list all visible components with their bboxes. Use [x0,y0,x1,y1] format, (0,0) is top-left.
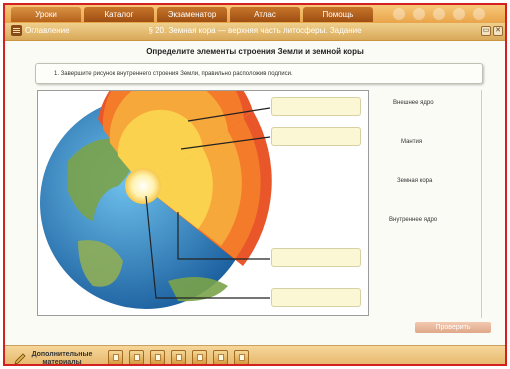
answer-slot-4[interactable] [271,288,361,307]
options-panel: Внешнее ядро Мантия Земная кора Внутренн… [371,90,482,318]
decorative-circle [473,8,485,20]
window-minimize-icon[interactable]: ▭ [481,26,491,36]
tab-help[interactable]: Помощь [303,7,373,22]
earth-structure-diagram [40,53,272,309]
inner-core [125,168,161,204]
tab-examiner[interactable]: Экзаменатор [157,7,227,22]
answer-slot-2[interactable] [271,127,361,146]
checklist-icon[interactable] [171,350,186,364]
lesson-title: § 20. Земная кора — верхняя часть литосф… [148,26,362,35]
answer-slot-3[interactable] [271,248,361,267]
pen-icon [14,353,26,364]
tab-catalog[interactable]: Каталог [84,7,154,22]
option-outer-core[interactable]: Внешнее ядро [393,100,434,106]
bottom-toolbar: Дополнительные материалы [5,345,505,366]
answer-slot-1[interactable] [271,97,361,116]
extra-materials-label: Дополнительные материалы [31,351,93,366]
task-box: 1. Завершите рисунок внутреннего строени… [35,63,483,84]
extra-materials-button[interactable]: Дополнительные материалы [13,351,93,366]
decorative-circle [453,8,465,20]
decorative-circle [413,8,425,20]
document-icon[interactable] [192,350,207,364]
option-inner-core[interactable]: Внутреннее ядро [389,217,437,223]
top-navigation: Уроки Каталог Экзаменатор Атлас Помощь [5,5,505,23]
task-text: 1. Завершите рисунок внутреннего строени… [54,71,293,77]
close-icon[interactable]: ✕ [493,26,503,36]
decorative-circle [393,8,405,20]
check-button[interactable]: Проверить [415,322,491,333]
tab-atlas[interactable]: Атлас [230,7,300,22]
tab-lessons[interactable]: Уроки [11,7,81,22]
pencil-icon[interactable] [234,350,249,364]
document-icon[interactable] [213,350,228,364]
option-crust[interactable]: Земная кора [397,178,432,184]
document-icon[interactable] [150,350,165,364]
document-icon[interactable] [129,350,144,364]
lesson-titlebar: Оглавление § 20. Земная кора — верхняя ч… [5,23,505,41]
earth-diagram-pane [37,53,369,316]
app-window: Уроки Каталог Экзаменатор Атлас Помощь О… [3,3,507,366]
option-mantle[interactable]: Мантия [401,139,422,145]
decorative-circle [433,8,445,20]
document-icon[interactable] [108,350,123,364]
page-title: Определите элементы строения Земли и зем… [146,47,364,56]
